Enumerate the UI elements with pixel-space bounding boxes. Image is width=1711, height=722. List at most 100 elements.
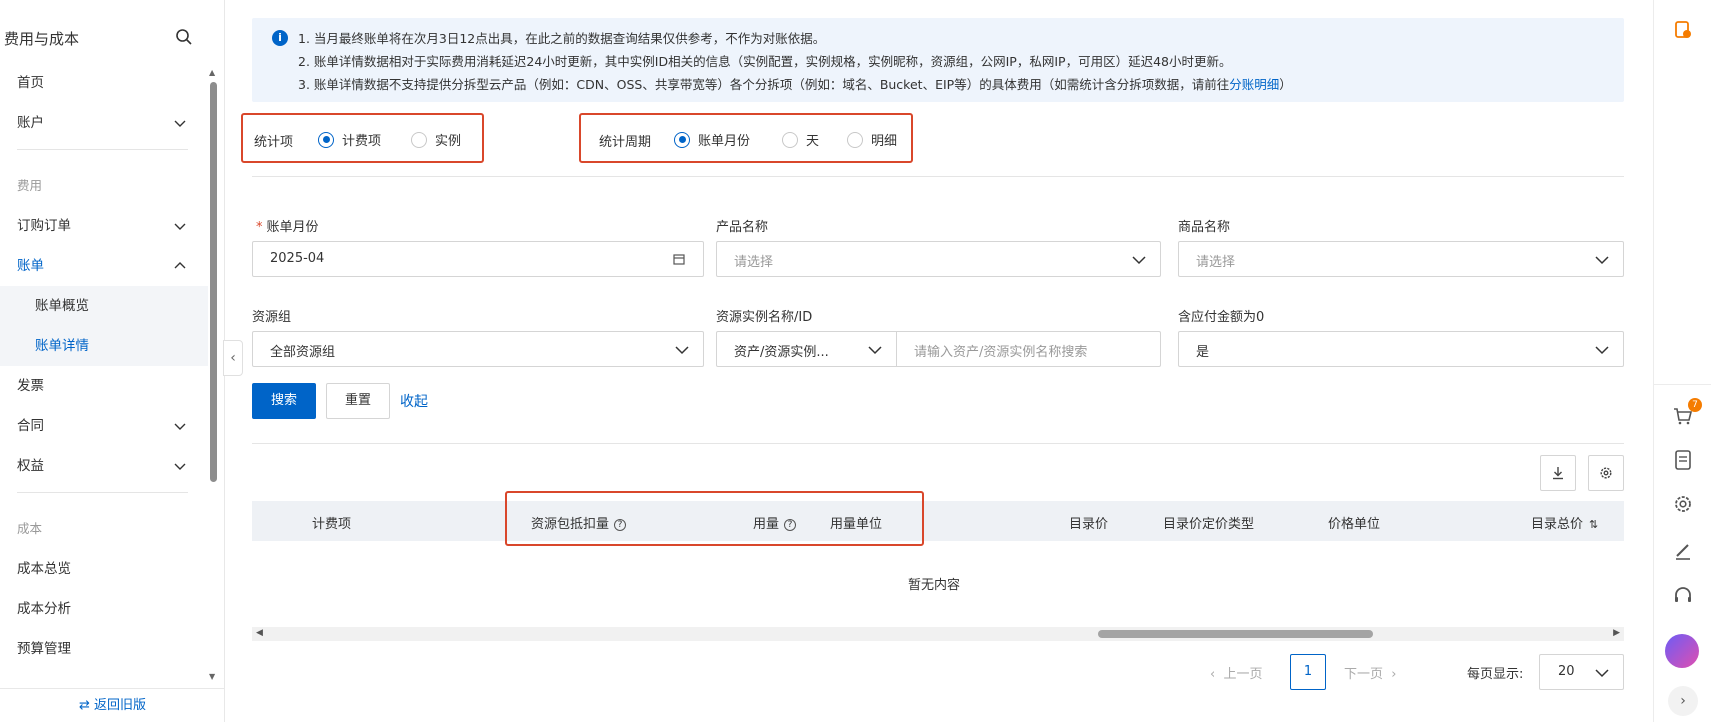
chevron-down-icon [1595,669,1609,678]
sort-icon[interactable]: ⇅ [1589,518,1598,531]
chevron-down-icon [1595,256,1609,265]
reset-button[interactable]: 重置 [326,383,390,419]
sidebar-item-benefits[interactable]: 权益 [0,446,208,486]
scroll-right-arrow-icon[interactable]: ▶ [1613,628,1620,638]
chevron-down-icon [174,223,186,230]
chevron-down-icon [868,346,882,355]
next-page-button[interactable]: 下一页 › [1344,663,1396,682]
sidebar-menu: 首页 账户 费用 订购订单 账单 账单概览 账单详情 发票 合同 权益 成本 成… [0,63,208,669]
radio-dot [318,131,334,148]
scroll-up-arrow-icon[interactable]: ▲ [209,68,215,77]
col-billing-item: 计费项 [312,517,352,532]
radio-instance[interactable]: 实例 [411,130,461,149]
stat-item-label: 统计项 [254,135,294,150]
chevron-right-icon[interactable]: › [1668,686,1698,716]
sidebar-item-label: 权益 [17,458,44,474]
page-number-button[interactable]: 1 [1290,654,1326,690]
document-icon[interactable] [1671,448,1695,472]
resource-group-label: 资源组 [252,310,292,325]
col-list-total[interactable]: 目录总价 ⇅ [1531,513,1598,532]
sidebar-item-cost-overview[interactable]: 成本总览 [0,549,208,589]
scrollbar-thumb[interactable] [1098,630,1373,638]
gear-icon[interactable] [1671,492,1695,516]
table-horizontal-scrollbar[interactable]: ◀ ▶ [252,627,1624,641]
search-button[interactable]: 搜索 [252,383,316,419]
right-toolbar: 7 › [1653,0,1711,722]
split-bill-link[interactable]: 分账明细 [1229,77,1279,92]
table-empty-message: 暂无内容 [908,578,961,593]
prev-page-button[interactable]: ‹ 上一页 [1210,663,1262,682]
download-button[interactable] [1540,455,1576,491]
sidebar-item-label: 订购订单 [17,218,71,234]
resource-instance-field: 资产/资源实例... 请输入资产/资源实例名称搜索 [716,331,1161,367]
resource-type-value: 资产/资源实例... [734,345,829,360]
radio-detail[interactable]: 明细 [847,130,897,149]
commodity-name-placeholder: 请选择 [1196,255,1236,270]
ai-assistant-icon[interactable] [1665,634,1699,668]
page-size-select[interactable]: 20 [1539,654,1624,690]
resource-instance-search-input[interactable]: 请输入资产/资源实例名称搜索 [897,332,1160,366]
sidebar-item-label: 账户 [17,115,44,131]
sidebar-scrollbar[interactable] [210,82,217,482]
stat-item-group: 统计项 计费项 实例 [241,113,484,163]
table-settings-button[interactable] [1588,455,1624,491]
bill-month-value: 2025-04 [270,251,325,266]
resource-type-select[interactable]: 资产/资源实例... [717,332,896,366]
radio-label: 天 [806,134,820,149]
notice-line-1: 1. 当月最终账单将在次月3日12点出具，在此之前的数据查询结果仅供参考，不作为… [298,31,826,46]
sidebar-item-budget[interactable]: 预算管理 [0,629,208,669]
col-list-price: 目录价 [1069,517,1109,532]
commodity-name-label: 商品名称 [1178,220,1231,235]
chevron-down-icon [174,463,186,470]
sidebar-group-label: 成本 [17,521,43,536]
sidebar-item-account[interactable]: 账户 [0,103,208,143]
sidebar-item-contract[interactable]: 合同 [0,406,208,446]
resource-group-value: 全部资源组 [270,345,336,360]
download-icon [1553,467,1563,480]
sidebar-item-label: 成本总览 [17,561,71,577]
headset-icon[interactable] [1671,584,1695,608]
divider [252,443,1624,444]
sidebar-item-orders[interactable]: 订购订单 [0,206,208,246]
scroll-left-arrow-icon[interactable]: ◀ [256,628,263,638]
radio-dot [847,131,863,148]
radio-day[interactable]: 天 [782,130,819,149]
resource-instance-placeholder: 请输入资产/资源实例名称搜索 [914,345,1088,360]
radio-billing-item[interactable]: 计费项 [318,130,381,149]
sidebar-item-label: 预算管理 [17,641,71,657]
sidebar-item-cost-analysis[interactable]: 成本分析 [0,589,208,629]
scroll-down-arrow-icon[interactable]: ▼ [209,672,215,681]
sidebar: 费用与成本 ▲ ▼ 首页 账户 费用 订购订单 账单 账单概览 账单详情 发票 … [0,0,225,722]
sidebar-item-invoice[interactable]: 发票 [0,366,208,406]
commodity-name-select[interactable]: 请选择 [1178,241,1624,277]
notification-icon[interactable] [1671,18,1695,42]
sidebar-item-bills[interactable]: 账单 [0,246,208,286]
product-name-select[interactable]: 请选择 [716,241,1161,277]
sidebar-item-label: 账单 [17,258,44,274]
radio-dot [411,131,427,148]
sidebar-item-bill-overview[interactable]: 账单概览 [0,286,208,326]
table-header: 计费项 资源包抵扣量? 用量? 用量单位 目录价 目录价定价类型 价格单位 目录… [252,501,1624,541]
bill-month-label: * 账单月份 [256,220,319,235]
sidebar-item-bill-detail[interactable]: 账单详情 [0,326,208,366]
sidebar-group-fees: 费用 [0,166,208,206]
zero-amount-select[interactable]: 是 [1178,331,1624,367]
zero-amount-value: 是 [1196,345,1210,360]
return-old-version-link[interactable]: ⇄ 返回旧版 [0,688,225,722]
bill-month-picker[interactable]: 2025-04 [252,241,704,277]
sidebar-item-home[interactable]: 首页 [0,63,208,103]
sidebar-divider [17,149,188,150]
notice-banner: i 1. 当月最终账单将在次月3日12点出具，在此之前的数据查询结果仅供参考，不… [252,18,1624,102]
sidebar-collapse-button[interactable]: ‹ [223,340,243,376]
collapse-link[interactable]: 收起 [400,391,428,411]
chevron-down-icon [1595,346,1609,355]
page-size-label: 每页显示: [1467,667,1524,682]
resource-group-select[interactable]: 全部资源组 [252,331,704,367]
notice-line-2: 2. 账单详情数据相对于实际费用消耗延迟24小时更新，其中实例ID相关的信息（实… [298,54,1232,69]
search-icon[interactable] [175,28,193,46]
radio-label: 账单月份 [698,134,751,149]
edit-icon[interactable] [1671,538,1695,562]
highlight-box-columns [505,491,924,546]
radio-bill-month[interactable]: 账单月份 [674,130,750,149]
radio-label: 计费项 [342,134,382,149]
